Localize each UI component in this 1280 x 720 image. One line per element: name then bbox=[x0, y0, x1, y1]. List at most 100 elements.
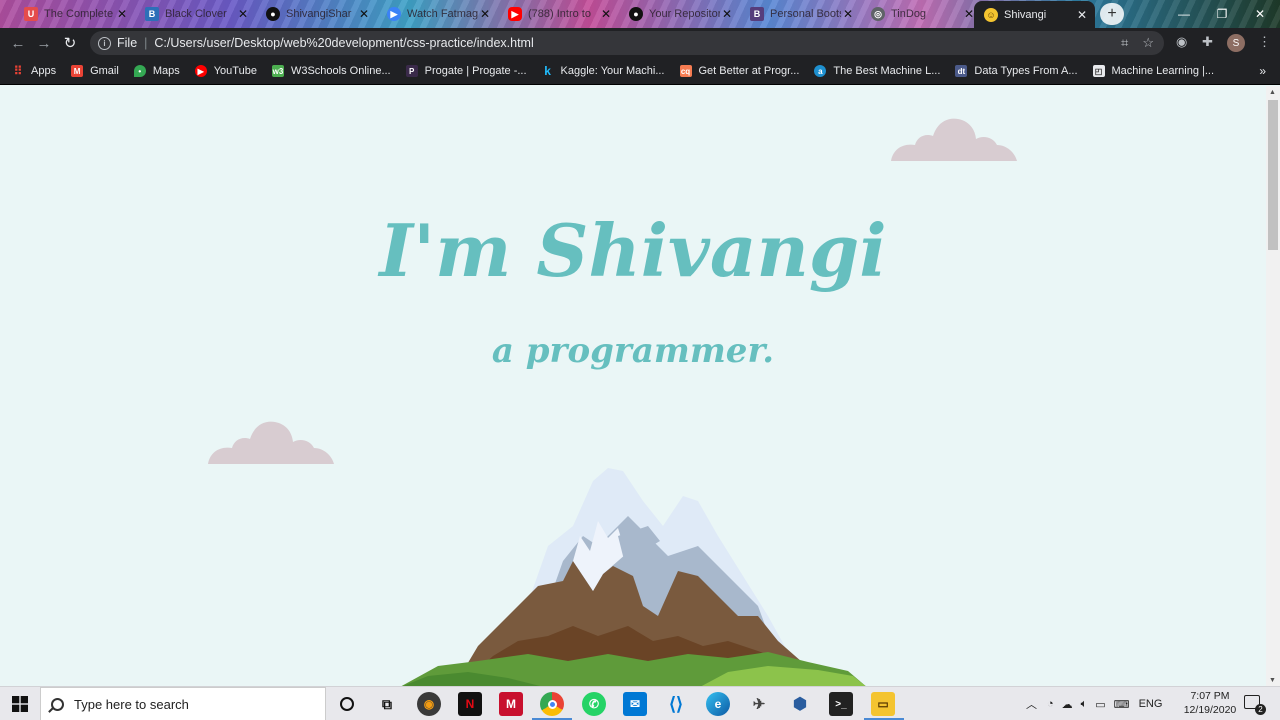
scroll-down-icon[interactable]: ▼ bbox=[1269, 677, 1276, 684]
info-icon[interactable]: i bbox=[98, 36, 111, 50]
crunchyroll-icon: B bbox=[145, 7, 159, 21]
media-player-icon[interactable]: ◉ bbox=[417, 692, 441, 716]
close-tab-icon[interactable]: ✕ bbox=[236, 7, 250, 21]
tab-title: Personal Boots bbox=[770, 8, 841, 20]
tab-title: The Complete bbox=[44, 8, 114, 20]
browser-tab[interactable]: B Personal Boots ✕ bbox=[740, 2, 861, 26]
gmail-icon: M bbox=[71, 65, 84, 77]
url-text[interactable]: C:/Users/user/Desktop/web%20development/… bbox=[154, 36, 533, 50]
browser-tab[interactable]: ▶ (788) Intro to ✕ bbox=[498, 2, 619, 26]
windows-start-icon[interactable] bbox=[0, 687, 40, 720]
mail-icon[interactable]: ✉ bbox=[623, 692, 647, 716]
browser-tab[interactable]: ◎ TinDog ✕ bbox=[861, 2, 982, 26]
windows-taskbar: Type here to search ⧉ ◉ N M ✆ ✉ ⟨⟩ e ✈ ⬢… bbox=[0, 686, 1280, 720]
cloud-left bbox=[208, 421, 334, 464]
network-icon[interactable]: ◔ bbox=[1047, 698, 1054, 710]
file-explorer-icon[interactable]: ▭ bbox=[871, 692, 895, 716]
close-tab-icon[interactable]: ✕ bbox=[115, 7, 129, 21]
game-icon[interactable]: ✈ bbox=[747, 692, 771, 716]
netflix-icon[interactable]: N bbox=[458, 692, 482, 716]
close-tab-icon[interactable]: ✕ bbox=[720, 7, 734, 21]
bookmark-gmail[interactable]: M Gmail bbox=[71, 65, 119, 77]
bookmark-star-icon[interactable]: ☆ bbox=[1142, 35, 1154, 51]
mcafee-icon[interactable]: M bbox=[499, 692, 523, 716]
mountain-illustration bbox=[401, 468, 866, 686]
browser-tab[interactable]: ▶ Watch Fatmagul ✕ bbox=[377, 2, 498, 26]
close-window-icon[interactable]: ✕ bbox=[1240, 0, 1280, 28]
cloud-top-right bbox=[891, 118, 1017, 161]
avatar[interactable]: S bbox=[1227, 34, 1245, 52]
new-tab-button[interactable]: + bbox=[1100, 3, 1124, 25]
close-tab-icon[interactable]: ✕ bbox=[1075, 8, 1089, 22]
language-indicator[interactable]: ENG bbox=[1139, 698, 1163, 710]
tab-strip: U The Complete ✕ B Black Clover ✕ ● Shiv… bbox=[0, 0, 1280, 28]
github-icon: ● bbox=[266, 7, 280, 21]
w3schools-icon: w3 bbox=[271, 65, 284, 77]
address-bar[interactable]: i File | C:/Users/user/Desktop/web%20dev… bbox=[90, 31, 1164, 55]
edge-icon[interactable]: e bbox=[706, 692, 730, 716]
bookmark-label: Progate | Progate -... bbox=[424, 65, 527, 77]
close-tab-icon[interactable]: ✕ bbox=[357, 7, 371, 21]
volume-icon[interactable]: 🔈︎ bbox=[1081, 698, 1088, 711]
onedrive-icon[interactable]: ☁ bbox=[1062, 698, 1073, 711]
bookmark-maps[interactable]: • Maps bbox=[133, 65, 180, 77]
taskbar-search-input[interactable]: Type here to search bbox=[40, 687, 326, 720]
minimize-icon[interactable]: — bbox=[1164, 0, 1204, 28]
bookmark-data-types[interactable]: dt Data Types From A... bbox=[955, 65, 1078, 77]
chrome-icon[interactable] bbox=[540, 692, 564, 716]
battery-icon[interactable]: ▭ bbox=[1095, 698, 1105, 711]
udemy-icon: U bbox=[24, 7, 38, 21]
translate-icon[interactable]: ⌗ bbox=[1121, 35, 1128, 51]
tab-title: Your Repositor bbox=[649, 8, 720, 20]
bookmark-apps[interactable]: ⠿ Apps bbox=[12, 64, 56, 78]
maximize-icon[interactable]: ❐ bbox=[1202, 0, 1242, 28]
page-title: I'm Shivangi bbox=[379, 208, 887, 293]
apps-grid-icon: ⠿ bbox=[13, 64, 23, 78]
bookmarks-bar: ⠿ Apps M Gmail • Maps ▶ YouTube w3 W3Sch… bbox=[0, 58, 1280, 85]
browser-tab[interactable]: ● Your Repositor ✕ bbox=[619, 2, 740, 26]
scroll-up-icon[interactable]: ▲ bbox=[1269, 89, 1276, 96]
taskbar-clock[interactable]: 7:07 PM 12/19/2020 bbox=[1180, 689, 1240, 717]
kaggle-icon: k bbox=[544, 64, 551, 78]
bookmark-codequotient[interactable]: cq Get Better at Progr... bbox=[679, 65, 799, 77]
tab-title: (788) Intro to bbox=[528, 8, 591, 20]
back-icon[interactable]: ← bbox=[5, 30, 31, 56]
virtualbox-icon[interactable]: ⬢ bbox=[788, 692, 812, 716]
bookmark-label: Gmail bbox=[90, 65, 119, 77]
vscode-icon[interactable]: ⟨⟩ bbox=[664, 692, 688, 716]
bookmark-label: YouTube bbox=[213, 65, 257, 77]
incognito-extension-icon[interactable]: ◉ bbox=[1176, 34, 1187, 50]
forward-icon[interactable]: → bbox=[31, 30, 57, 56]
browser-tab[interactable]: U The Complete ✕ bbox=[14, 2, 135, 26]
bookmarks-overflow-icon[interactable]: » bbox=[1259, 64, 1266, 78]
browser-tab[interactable]: ● ShivangiShar ✕ bbox=[256, 2, 377, 26]
chevron-up-icon[interactable]: ︿ bbox=[1026, 696, 1037, 712]
browser-tab-active[interactable]: ☺ Shivangi ✕ bbox=[974, 1, 1095, 28]
keyboard-icon[interactable]: ⌨ bbox=[1114, 698, 1130, 711]
close-tab-icon[interactable]: ✕ bbox=[478, 7, 492, 21]
page-viewport: I'm Shivangi a programmer. bbox=[0, 86, 1266, 686]
tab-title: ShivangiShar bbox=[286, 8, 352, 20]
bookmark-machine-learning-site[interactable]: a The Best Machine L... bbox=[814, 65, 940, 77]
bookmark-label: The Best Machine L... bbox=[833, 65, 941, 77]
scrollbar-thumb[interactable] bbox=[1268, 100, 1278, 250]
whatsapp-icon[interactable]: ✆ bbox=[582, 692, 606, 716]
search-placeholder: Type here to search bbox=[74, 696, 189, 712]
task-view-icon[interactable]: ⧉ bbox=[375, 692, 399, 716]
terminal-icon[interactable]: >_ bbox=[829, 692, 853, 716]
emoji-icon: ☺ bbox=[984, 7, 998, 22]
page-scrollbar[interactable]: ▲ ▼ bbox=[1266, 86, 1280, 686]
bookmark-youtube[interactable]: ▶ YouTube bbox=[194, 65, 257, 77]
extensions-puzzle-icon[interactable]: ✚ bbox=[1202, 34, 1213, 50]
bookmark-progate[interactable]: P Progate | Progate -... bbox=[405, 65, 527, 77]
bookmark-site-icon: dt bbox=[955, 65, 968, 77]
close-tab-icon[interactable]: ✕ bbox=[841, 7, 855, 21]
bookmark-w3schools[interactable]: w3 W3Schools Online... bbox=[271, 65, 391, 77]
browser-tab[interactable]: B Black Clover ✕ bbox=[135, 2, 256, 26]
bookmark-machine-learning[interactable]: ◰ Machine Learning |... bbox=[1092, 65, 1214, 77]
close-tab-icon[interactable]: ✕ bbox=[599, 7, 613, 21]
menu-kebab-icon[interactable]: ⋮ bbox=[1258, 34, 1271, 50]
reload-icon[interactable]: ↻ bbox=[57, 30, 83, 56]
cortana-icon[interactable] bbox=[335, 692, 359, 716]
bookmark-kaggle[interactable]: k Kaggle: Your Machi... bbox=[542, 64, 664, 78]
